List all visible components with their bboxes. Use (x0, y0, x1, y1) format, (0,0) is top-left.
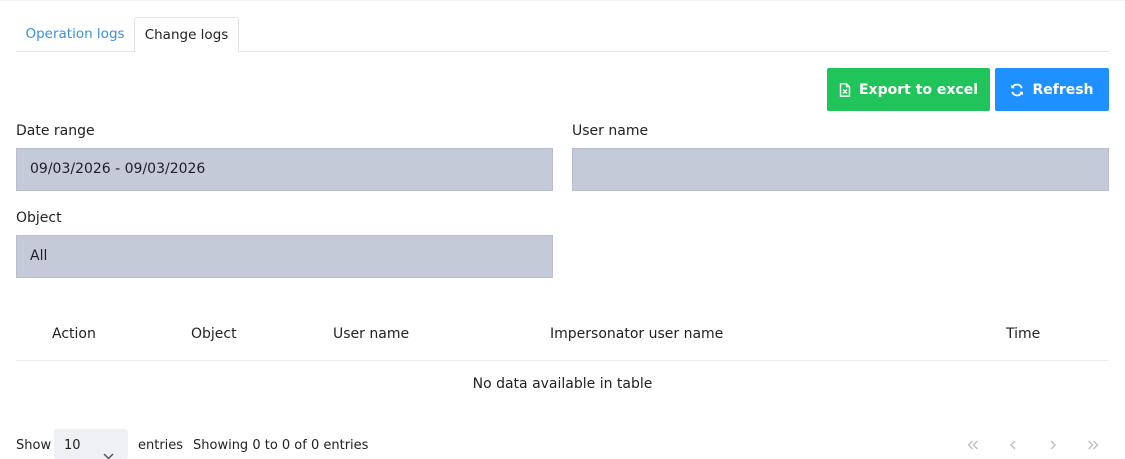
column-header-action[interactable]: Action (52, 313, 96, 355)
table-header: Action Object User name Impersonator use… (16, 313, 1109, 361)
first-page-icon[interactable] (965, 437, 981, 453)
object-select[interactable]: All (16, 235, 553, 278)
column-header-object[interactable]: Object (191, 313, 237, 355)
excel-file-icon (839, 82, 851, 97)
column-header-impersonator-user-name[interactable]: Impersonator user name (550, 313, 723, 355)
export-button-label: Export to excel (858, 81, 978, 98)
show-label: Show (16, 438, 52, 453)
object-label: Object (16, 210, 62, 226)
page-length-select[interactable]: 10 (54, 429, 128, 459)
last-page-icon[interactable] (1085, 437, 1101, 453)
tab-change-logs[interactable]: Change logs (134, 17, 239, 53)
column-header-time[interactable]: Time (1006, 313, 1040, 355)
previous-page-icon[interactable] (1005, 437, 1021, 453)
page-length-value: 10 (64, 438, 81, 453)
user-name-label: User name (572, 123, 649, 139)
chevron-down-icon (103, 440, 114, 459)
empty-table-message: No data available in table (472, 376, 653, 392)
column-header-user-name[interactable]: User name (333, 313, 409, 355)
date-range-label: Date range (16, 123, 95, 139)
refresh-icon (1010, 83, 1024, 97)
tab-bar: Operation logs Change logs (16, 17, 1109, 53)
refresh-button[interactable]: Refresh (995, 68, 1109, 111)
entries-label: entries (138, 438, 184, 453)
user-name-input[interactable] (572, 148, 1109, 191)
refresh-button-label: Refresh (1032, 81, 1094, 98)
change-logs-panel: Operation logs Change logs Export to exc… (0, 0, 1125, 459)
next-page-icon[interactable] (1045, 437, 1061, 453)
date-range-input[interactable]: 09/03/2026 - 09/03/2026 (16, 148, 553, 191)
tab-operation-logs[interactable]: Operation logs (16, 17, 134, 52)
table-info: Showing 0 to 0 of 0 entries (193, 438, 369, 453)
export-to-excel-button[interactable]: Export to excel (827, 68, 990, 111)
